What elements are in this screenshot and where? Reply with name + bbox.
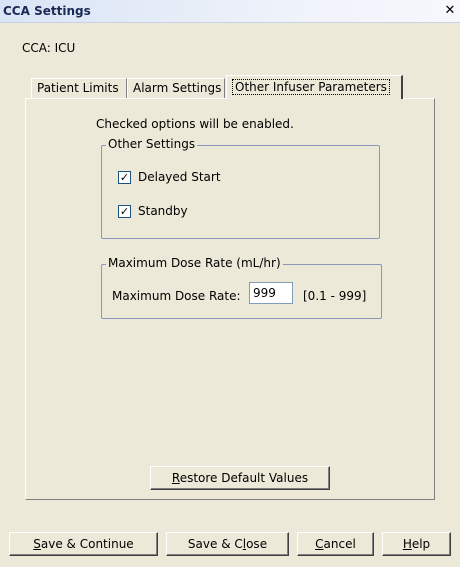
cancel-button[interactable]: Cancel xyxy=(297,532,374,556)
tab-label: Other Infuser Parameters xyxy=(232,79,390,95)
standby-checkbox[interactable]: ✓ xyxy=(118,205,131,218)
close-icon[interactable]: ✕ xyxy=(442,3,458,19)
button-label: elp xyxy=(411,536,431,551)
button-label: ancel xyxy=(323,536,356,551)
maximum-dose-rate-input[interactable] xyxy=(249,282,293,304)
save-and-close-button[interactable]: Save & Close xyxy=(166,532,289,556)
maximum-dose-rate-label: Maximum Dose Rate: xyxy=(112,289,241,303)
mnemonic: C xyxy=(315,536,324,551)
enabled-hint-text: Checked options will be enabled. xyxy=(96,117,294,131)
maximum-dose-rate-group: Maximum Dose Rate (mL/hr) Maximum Dose R… xyxy=(101,256,382,319)
help-button[interactable]: Help xyxy=(382,532,451,556)
tab-alarm-settings[interactable]: Alarm Settings xyxy=(127,78,225,98)
tab-label: Alarm Settings xyxy=(133,81,222,95)
group-legend: Other Settings xyxy=(106,137,198,151)
cca-context-label: CCA: ICU xyxy=(22,41,76,55)
save-and-continue-button[interactable]: Save & Continue xyxy=(9,532,158,556)
button-label: ave & Continue xyxy=(40,536,134,551)
window-title: CCA Settings xyxy=(3,4,91,18)
standby-label[interactable]: Standby xyxy=(138,204,188,218)
tab-patient-limits[interactable]: Patient Limits xyxy=(31,78,127,98)
group-legend: Maximum Dose Rate (mL/hr) xyxy=(106,256,283,270)
button-label: estore Default Values xyxy=(179,470,309,485)
restore-default-values-button[interactable]: Restore Default Values xyxy=(150,466,330,490)
cca-settings-dialog: CCA Settings ✕ CCA: ICU Patient Limits A… xyxy=(0,0,460,567)
mnemonic: R xyxy=(171,470,180,485)
button-label: ose xyxy=(246,536,268,551)
delayed-start-checkbox[interactable]: ✓ xyxy=(118,171,131,184)
dose-rate-range: [0.1 - 999] xyxy=(303,289,367,303)
mnemonic: S xyxy=(33,536,41,551)
other-settings-group: Other Settings ✓ Delayed Start ✓ Standby xyxy=(101,137,380,239)
delayed-start-label[interactable]: Delayed Start xyxy=(138,170,221,184)
mnemonic: H xyxy=(402,536,412,551)
button-label-prefix: Save & C xyxy=(187,536,243,551)
title-bar: CCA Settings ✕ xyxy=(0,0,460,23)
tab-label: Patient Limits xyxy=(37,81,119,95)
tab-panel-other-infuser-parameters: Checked options will be enabled. Other S… xyxy=(25,98,435,500)
tab-other-infuser-parameters[interactable]: Other Infuser Parameters xyxy=(226,75,403,99)
